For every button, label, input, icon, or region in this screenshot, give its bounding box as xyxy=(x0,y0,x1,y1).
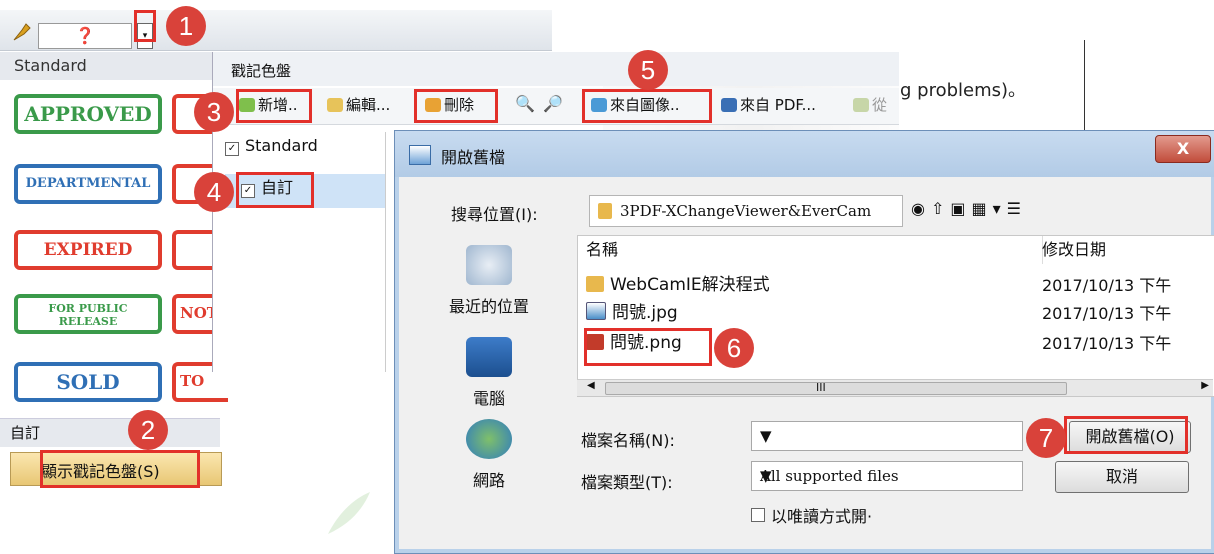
stamp-departmental[interactable]: DEPARTMENTAL xyxy=(14,164,162,204)
callout-badge: 6 xyxy=(714,328,754,368)
cancel-button[interactable]: 取消 xyxy=(1055,461,1189,493)
checkbox[interactable]: ✓ xyxy=(225,142,239,156)
view-menu-icon[interactable]: ▦▾ xyxy=(972,199,1007,218)
list-item-standard[interactable]: ✓ Standard xyxy=(225,136,385,170)
file-row[interactable]: WebCamIE解決程式 xyxy=(586,270,770,298)
folder-icon xyxy=(598,203,612,219)
palette-toolbar: 新增.. 編輯... 刪除 🔍 🔎 來自圖像.. 來自 PDF... 從 xyxy=(213,88,899,125)
highlight-dropdown xyxy=(134,10,156,42)
filetype-select[interactable]: All supported files ▼ xyxy=(751,461,1023,491)
stamp-expired[interactable]: EXPIRED xyxy=(14,230,162,270)
scroll-right-icon[interactable]: ▶ xyxy=(1201,380,1209,391)
edit-button[interactable]: 編輯... xyxy=(327,94,390,115)
computer-icon xyxy=(466,337,512,377)
callout-badge: 4 xyxy=(194,172,234,212)
open-dialog-title: 開啟舊檔 xyxy=(441,148,506,167)
callout-badge: 7 xyxy=(1026,418,1066,458)
scroll-left-icon[interactable]: ◀ xyxy=(587,380,595,391)
stamp-toolbar: ❓ ▾ xyxy=(0,10,552,51)
back-icon[interactable]: ◉ xyxy=(911,199,931,218)
highlight-delete xyxy=(414,89,498,123)
file-row[interactable]: 問號.jpg xyxy=(586,298,678,326)
palette-title-bar: 戳記色盤 xyxy=(213,52,899,86)
filename-label: 檔案名稱(N): xyxy=(581,431,675,450)
stamp-for-public-release[interactable]: FOR PUBLIC RELEASE xyxy=(14,294,162,334)
place-recent[interactable]: 最近的位置 xyxy=(403,245,575,317)
jpg-file-icon xyxy=(586,302,606,320)
zoom-in-icon[interactable]: 🔍 xyxy=(515,94,535,113)
callout-badge: 5 xyxy=(628,50,668,90)
horizontal-scrollbar[interactable]: ◀ III ▶ xyxy=(577,379,1213,396)
from-other-button[interactable]: 從 xyxy=(853,94,887,115)
document-divider xyxy=(1084,40,1085,132)
look-in-dropdown[interactable]: 3PDF-XChangeViewer&EverCam xyxy=(589,195,903,227)
readonly-option[interactable]: 以唯讀方式開· xyxy=(751,503,872,527)
filetype-label: 檔案類型(T): xyxy=(581,473,673,492)
column-name[interactable]: 名稱 xyxy=(578,236,1043,264)
document-text: g problems)。 xyxy=(900,80,1027,101)
highlight-open-button xyxy=(1064,416,1188,454)
details-icon[interactable]: ☰ xyxy=(1007,199,1027,218)
callout-badge: 2 xyxy=(128,410,168,450)
close-button[interactable]: X xyxy=(1155,135,1211,163)
edit-icon xyxy=(327,98,343,112)
filename-input[interactable]: ▼ xyxy=(751,421,1023,451)
from-pdf-button[interactable]: 來自 PDF... xyxy=(721,94,816,115)
readonly-checkbox[interactable] xyxy=(751,508,765,522)
help-icon[interactable]: ❓ xyxy=(38,23,132,49)
file-date: 2017/10/13 下午 xyxy=(1042,276,1172,295)
palette-title: 戳記色盤 xyxy=(231,62,292,80)
zoom-out-icon[interactable]: 🔎 xyxy=(543,94,563,113)
network-icon xyxy=(466,419,512,459)
stamps-grid: APPROVED DEPARTMENTAL EXPIRED FOR PUBLIC… xyxy=(0,80,230,402)
open-dialog-title-bar: 開啟舊檔 X xyxy=(395,131,1214,177)
callout-badge: 1 xyxy=(166,6,206,46)
scroll-thumb[interactable]: III xyxy=(605,381,1067,395)
stamp-tool-icon[interactable] xyxy=(12,22,34,42)
file-date: 2017/10/13 下午 xyxy=(1042,334,1172,353)
highlight-show-palette xyxy=(40,450,200,488)
stamp-approved[interactable]: APPROVED xyxy=(14,94,162,134)
up-folder-icon[interactable]: ⇧ xyxy=(931,199,950,218)
column-modified[interactable]: 修改日期 xyxy=(1042,236,1214,264)
highlight-from-image xyxy=(582,89,712,123)
place-computer[interactable]: 電腦 xyxy=(403,337,575,409)
pdf-icon xyxy=(721,98,737,112)
new-folder-icon[interactable]: ▣ xyxy=(950,199,971,218)
file-list: 名稱 修改日期 WebCamIE解決程式 2017/10/13 下午 問號.jp… xyxy=(577,235,1214,397)
navigation-icons: ◉⇧▣▦▾☰ xyxy=(911,199,1027,218)
place-network[interactable]: 網路 xyxy=(403,419,575,491)
dialog-app-icon xyxy=(409,145,431,165)
standard-header-label: Standard xyxy=(14,56,87,75)
open-file-dialog: 開啟舊檔 X 搜尋位置(I): 3PDF-XChangeViewer&EverC… xyxy=(394,130,1214,554)
look-in-label: 搜尋位置(I): xyxy=(451,205,538,224)
dropdown-arrow-icon[interactable]: ▼ xyxy=(760,467,1014,485)
dropdown-arrow-icon[interactable]: ▼ xyxy=(760,427,1014,445)
highlight-png-file xyxy=(584,328,712,366)
other-icon xyxy=(853,98,869,112)
palette-list: ✓ Standard ✓ 自訂 xyxy=(225,132,386,372)
highlight-add xyxy=(236,89,312,123)
stamp-sold[interactable]: SOLD xyxy=(14,362,162,402)
recent-places-icon xyxy=(466,245,512,285)
callout-badge: 3 xyxy=(194,92,234,132)
highlight-custom xyxy=(236,172,314,208)
leaf-watermark-icon xyxy=(328,492,370,534)
custom-stamps-header[interactable]: 自訂 xyxy=(0,418,220,447)
file-date: 2017/10/13 下午 xyxy=(1042,304,1172,323)
custom-header-label: 自訂 xyxy=(10,424,41,442)
folder-icon xyxy=(586,276,604,292)
places-bar: 最近的位置 電腦 網路 xyxy=(403,241,575,551)
